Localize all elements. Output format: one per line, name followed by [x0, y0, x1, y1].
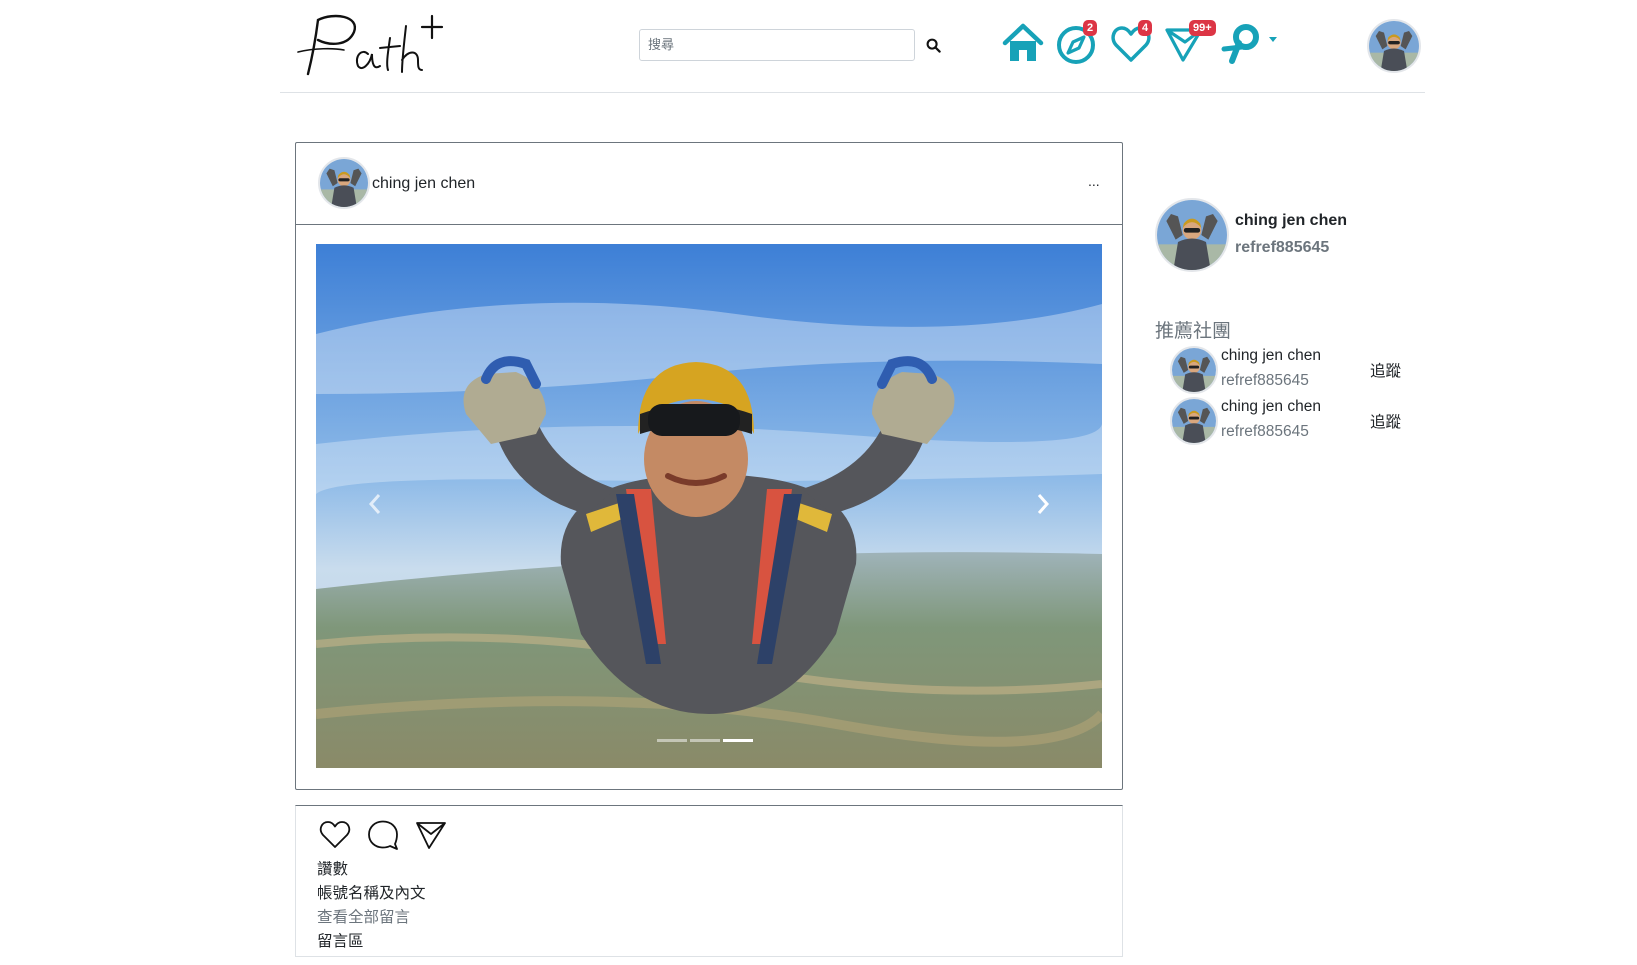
view-all-comments-link[interactable]: 查看全部留言: [317, 905, 410, 927]
carousel-prev-button[interactable]: [360, 484, 390, 524]
carousel-indicators: [657, 739, 753, 742]
post-image-carousel[interactable]: [316, 244, 1102, 768]
follow-button[interactable]: 追蹤: [1370, 359, 1401, 381]
share-button[interactable]: [414, 818, 448, 852]
profile-avatar[interactable]: [1155, 198, 1229, 272]
heart-outline-icon: [319, 821, 351, 848]
messages-button[interactable]: 99+: [1163, 20, 1216, 66]
like-button[interactable]: [318, 818, 352, 852]
post-author-avatar[interactable]: [318, 157, 370, 209]
path-logo-dropdown-icon: [1221, 24, 1277, 64]
skydiver-photo: [316, 244, 1102, 768]
recommended-group-item: ching jen chen refref885645 追蹤: [1170, 397, 1410, 445]
user-avatar[interactable]: [1367, 19, 1421, 73]
search-input[interactable]: [640, 30, 914, 60]
comment-section: 留言區: [317, 932, 364, 950]
carousel-indicator-3[interactable]: [723, 739, 753, 742]
carousel-indicator-2[interactable]: [690, 739, 720, 742]
messages-badge: 99+: [1189, 20, 1216, 36]
top-navbar: 2 4 99+: [280, 0, 1425, 93]
chevron-right-icon: [1037, 494, 1050, 514]
recommended-group-name[interactable]: ching jen chen: [1221, 347, 1321, 365]
recommended-groups-title: 推薦社團: [1155, 320, 1232, 342]
explore-badge: 2: [1083, 20, 1098, 36]
search-icon: [926, 38, 941, 53]
recommended-group-avatar[interactable]: [1170, 346, 1218, 394]
share-icon: [416, 822, 446, 849]
comment-icon: [368, 820, 398, 850]
recommended-group-name[interactable]: ching jen chen: [1221, 398, 1321, 416]
more-options-button[interactable]: ...: [1088, 173, 1100, 189]
notifications-button[interactable]: 4: [1110, 20, 1156, 66]
home-icon: [1002, 23, 1044, 61]
post-header: ching jen chen ...: [296, 143, 1122, 225]
recommended-group-item: ching jen chen refref885645 追蹤: [1170, 346, 1410, 394]
post-caption: 帳號名稱及內文: [317, 884, 426, 902]
post-actions: [318, 818, 448, 852]
likes-count: 讚數: [317, 860, 349, 878]
recommended-group-avatar[interactable]: [1170, 397, 1218, 445]
recommended-group-id: refref885645: [1221, 372, 1309, 389]
path-menu-dropdown[interactable]: [1220, 20, 1280, 66]
search-button[interactable]: [922, 34, 944, 56]
explore-button[interactable]: 2: [1055, 20, 1101, 66]
profile-name[interactable]: ching jen chen: [1235, 212, 1347, 230]
search-box: [639, 29, 915, 61]
profile-username: refref885645: [1235, 239, 1330, 256]
path-plus-logo[interactable]: [294, 8, 464, 80]
chevron-left-icon: [368, 494, 381, 514]
carousel-next-button[interactable]: [1028, 484, 1058, 524]
comment-button[interactable]: [366, 818, 400, 852]
post-footer: 讚數 帳號名稱及內文 查看全部留言 留言區: [295, 805, 1123, 957]
notifications-badge: 4: [1138, 20, 1153, 36]
follow-button[interactable]: 追蹤: [1370, 410, 1401, 432]
recommended-group-id: refref885645: [1221, 423, 1309, 440]
post-card: ching jen chen ...: [295, 142, 1123, 790]
carousel-indicator-1[interactable]: [657, 739, 687, 742]
post-author-name[interactable]: ching jen chen: [372, 175, 475, 193]
home-button[interactable]: [1000, 20, 1046, 66]
